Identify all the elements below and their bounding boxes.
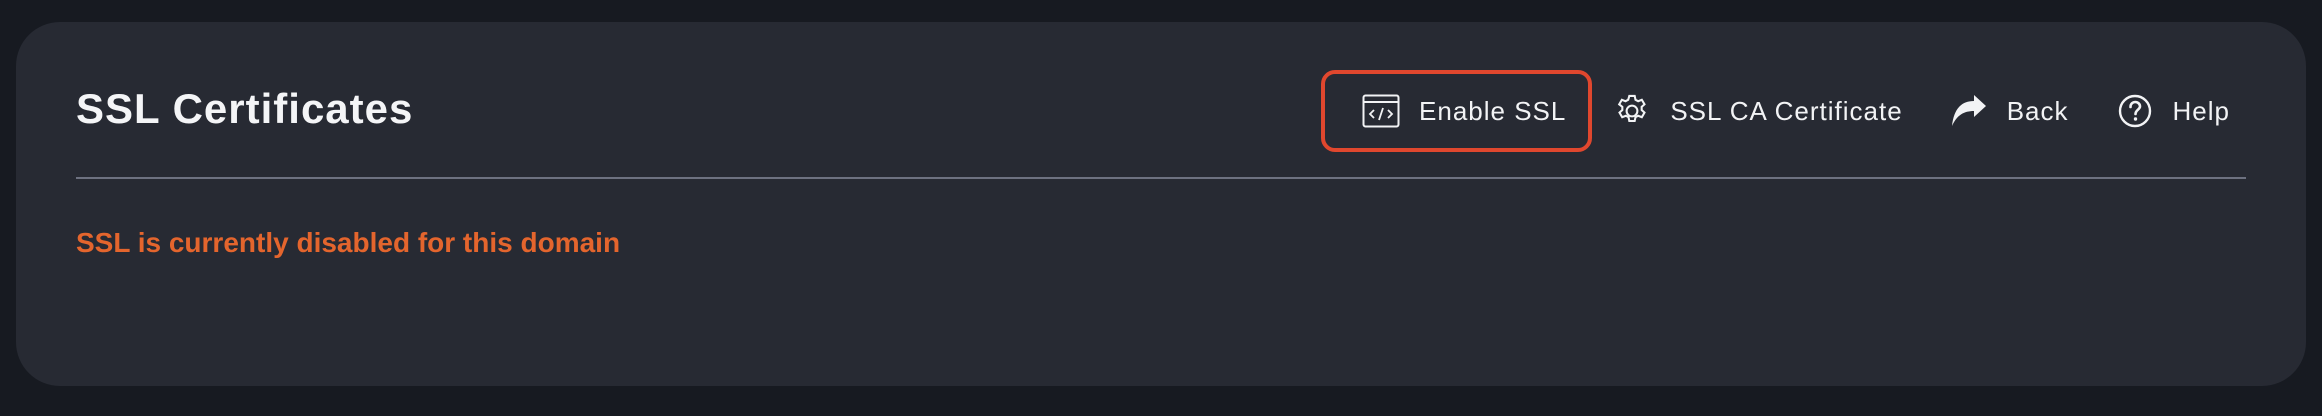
back-label: Back — [2006, 95, 2069, 126]
ssl-ca-certificate-label: SSL CA Certificate — [1670, 95, 1903, 126]
ssl-certificates-panel: SSL Certificates Enable SSL SSL CA Certi… — [16, 22, 2306, 386]
gear-icon — [1612, 91, 1652, 131]
code-window-icon — [1361, 91, 1401, 131]
help-button[interactable]: Help — [2115, 72, 2230, 150]
back-button[interactable]: Back — [1949, 72, 2069, 150]
question-circle-icon — [2115, 91, 2155, 131]
ssl-status-message: SSL is currently disabled for this domai… — [76, 227, 621, 258]
help-label: Help — [2172, 95, 2230, 126]
enable-ssl-button[interactable]: Enable SSL — [1321, 70, 1593, 152]
share-arrow-icon — [1949, 91, 1989, 131]
ssl-ca-certificate-button[interactable]: SSL CA Certificate — [1612, 72, 1902, 150]
enable-ssl-label: Enable SSL — [1419, 95, 1567, 126]
page-title: SSL Certificates — [76, 85, 414, 132]
actions-toolbar: Enable SSL SSL CA Certificate Back Help — [1321, 70, 2230, 152]
header-divider — [76, 177, 2246, 179]
